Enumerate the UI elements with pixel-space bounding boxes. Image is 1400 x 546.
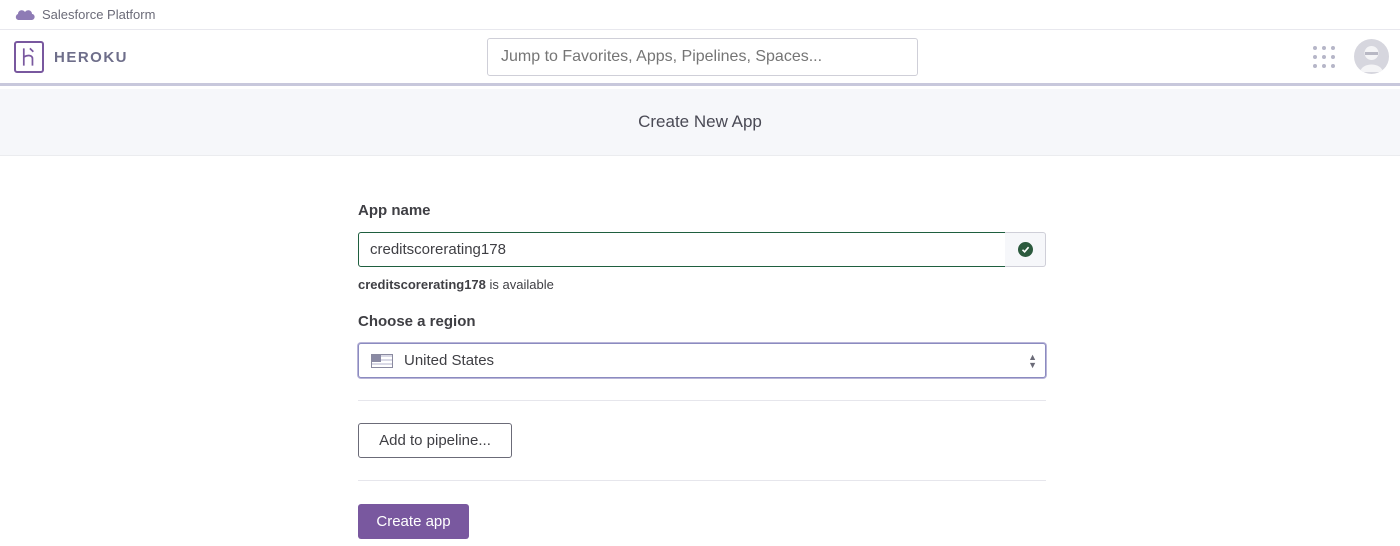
- search-input[interactable]: [487, 38, 918, 76]
- available-app-name: creditscorerating178: [358, 277, 486, 292]
- divider: [358, 480, 1046, 481]
- heroku-logo-icon[interactable]: [14, 41, 44, 73]
- check-circle-icon: [1017, 242, 1033, 257]
- app-name-label: App name: [358, 202, 431, 219]
- create-app-button[interactable]: Create app: [358, 504, 469, 539]
- app-name-input[interactable]: [358, 232, 1006, 267]
- availability-message: creditscorerating178 is available: [358, 277, 554, 292]
- page-title-band: Create New App: [0, 89, 1400, 156]
- salesforce-cloud-icon: [15, 9, 35, 20]
- region-select[interactable]: United States ▲ ▼: [358, 343, 1046, 378]
- salesforce-platform-label: Salesforce Platform: [42, 7, 156, 22]
- region-value: United States: [404, 352, 495, 369]
- us-flag-icon: [371, 353, 393, 368]
- heroku-brand[interactable]: HEROKU: [54, 49, 128, 66]
- divider: [358, 400, 1046, 401]
- salesforce-bar: Salesforce Platform: [0, 0, 1400, 30]
- region-label: Choose a region: [358, 313, 476, 330]
- app-header: HEROKU: [0, 30, 1400, 86]
- availability-indicator: [1005, 232, 1046, 267]
- user-avatar-icon[interactable]: [1354, 39, 1389, 74]
- add-to-pipeline-button[interactable]: Add to pipeline...: [358, 423, 512, 458]
- apps-grid-icon[interactable]: [1313, 46, 1335, 68]
- page-title: Create New App: [638, 112, 762, 131]
- select-arrows-icon: ▲ ▼: [1028, 352, 1037, 370]
- availability-suffix: is available: [485, 277, 554, 292]
